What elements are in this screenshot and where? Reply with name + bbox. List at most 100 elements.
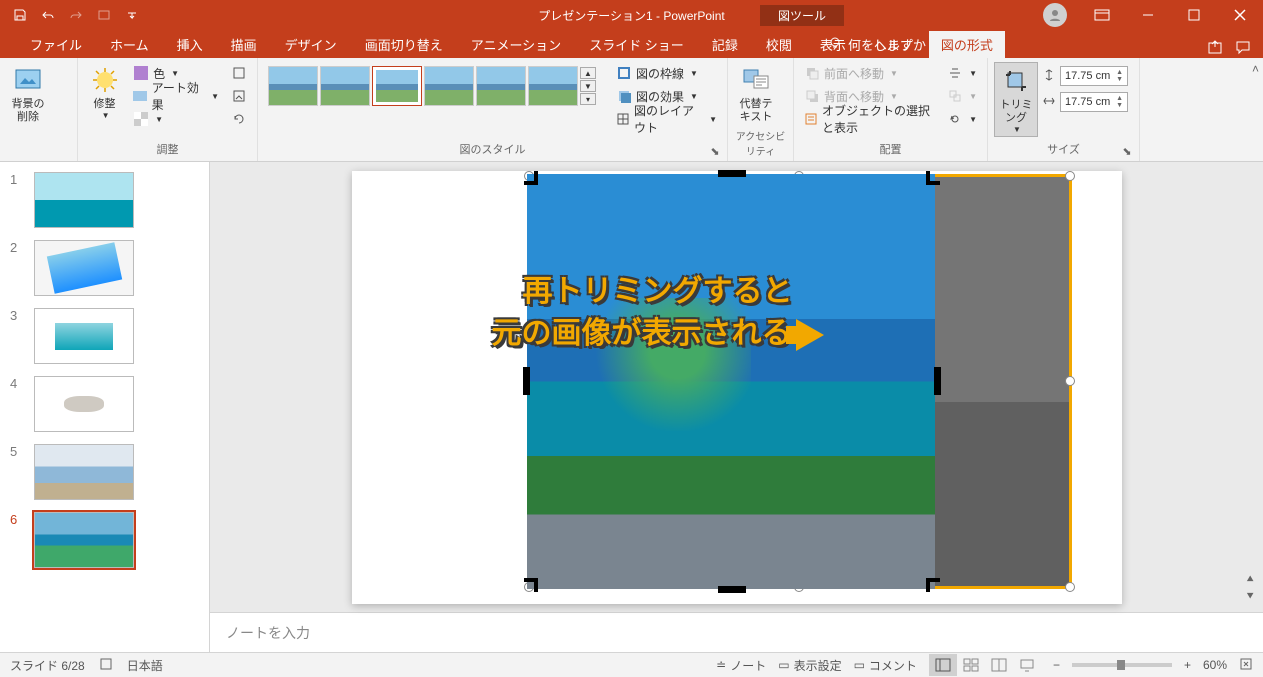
tab-file[interactable]: ファイル: [18, 31, 94, 58]
tab-picture-format[interactable]: 図の形式: [929, 31, 1005, 58]
compress-pictures-button[interactable]: [227, 62, 251, 84]
transparency-button[interactable]: ▼: [129, 108, 223, 130]
spell-check-icon[interactable]: [99, 657, 113, 674]
adjust-small-buttons: 色▼ アート効果▼ ▼: [129, 62, 223, 130]
reading-view-icon[interactable]: [985, 654, 1013, 676]
view-buttons: [929, 654, 1041, 676]
crop-handle[interactable]: [926, 171, 940, 185]
gallery-more-icon[interactable]: ▾: [580, 93, 596, 105]
crop-handle[interactable]: [718, 170, 746, 177]
change-picture-button[interactable]: [227, 85, 251, 107]
dialog-launcher-icon[interactable]: ⬊: [709, 145, 721, 157]
style-item-4[interactable]: [424, 66, 474, 106]
tab-slideshow[interactable]: スライド ショー: [577, 31, 696, 58]
reset-picture-button[interactable]: [227, 108, 251, 130]
selection-handle[interactable]: [1065, 171, 1075, 181]
layout-icon: [616, 111, 630, 127]
slide-thumbnail-2[interactable]: [34, 240, 134, 296]
style-item-5[interactable]: [476, 66, 526, 106]
display-settings-button[interactable]: ▭表示設定: [778, 657, 841, 674]
tab-review[interactable]: 校閲: [754, 31, 804, 58]
crop-handle[interactable]: [524, 578, 538, 592]
align-icon: [947, 65, 963, 81]
slide-thumbnail-3[interactable]: [34, 308, 134, 364]
next-slide-icon[interactable]: ⯆: [1245, 589, 1255, 604]
tab-insert[interactable]: 挿入: [165, 31, 215, 58]
group-button[interactable]: ▼: [943, 85, 981, 107]
slide-thumbnail-5[interactable]: [34, 444, 134, 500]
crop-button[interactable]: トリミング ▼: [994, 62, 1038, 137]
tab-home[interactable]: ホーム: [98, 31, 161, 58]
visible-image[interactable]: [527, 174, 937, 589]
style-item-1[interactable]: [268, 66, 318, 106]
comments-icon[interactable]: [1235, 39, 1251, 58]
slideshow-view-icon[interactable]: [1013, 654, 1041, 676]
dialog-launcher-icon[interactable]: ⬊: [1121, 145, 1133, 157]
tell-me-search[interactable]: 何をしますか: [820, 31, 934, 58]
collapse-ribbon-icon[interactable]: ˄: [1252, 62, 1259, 76]
rotate-button[interactable]: ▼: [943, 108, 981, 130]
artistic-effects-button[interactable]: アート効果▼: [129, 85, 223, 107]
style-item-6[interactable]: [528, 66, 578, 106]
close-button[interactable]: [1217, 0, 1263, 30]
slide-editor[interactable]: 再トリミングすると 元の画像が表示される ⯅ ⯆: [210, 162, 1263, 612]
picture-border-button[interactable]: 図の枠線▼: [612, 62, 721, 84]
normal-view-icon[interactable]: [929, 654, 957, 676]
zoom-in-button[interactable]: +: [1184, 658, 1191, 672]
slide-counter[interactable]: スライド 6/28: [10, 657, 85, 674]
qat-customize-icon[interactable]: [120, 3, 144, 27]
slide-thumbnail-4[interactable]: [34, 376, 134, 432]
user-avatar[interactable]: [1043, 3, 1067, 27]
fit-to-window-icon[interactable]: [1239, 657, 1253, 674]
comments-button[interactable]: ▭コメント: [854, 657, 917, 674]
crop-handle[interactable]: [926, 578, 940, 592]
crop-handle[interactable]: [524, 171, 538, 185]
picture-layout-button[interactable]: 図のレイアウト▼: [612, 108, 721, 130]
crop-handle[interactable]: [718, 586, 746, 593]
selection-pane-button[interactable]: オブジェクトの選択と表示: [800, 108, 939, 130]
style-item-2[interactable]: [320, 66, 370, 106]
minimize-button[interactable]: [1125, 0, 1171, 30]
crop-handle[interactable]: [934, 367, 941, 395]
send-backward-icon: [804, 88, 820, 104]
slide-thumbnails-panel[interactable]: 1 2 3 4 5 6: [0, 162, 210, 652]
tab-draw[interactable]: 描画: [219, 31, 269, 58]
selection-handle[interactable]: [1065, 582, 1075, 592]
selection-handle[interactable]: [1065, 376, 1075, 386]
tab-animations[interactable]: アニメーション: [459, 31, 573, 58]
tab-record[interactable]: 記録: [700, 31, 750, 58]
corrections-button[interactable]: 修整 ▼: [84, 62, 125, 122]
zoom-out-button[interactable]: −: [1053, 658, 1060, 672]
bring-forward-button[interactable]: 前面へ移動▼: [800, 62, 939, 84]
undo-icon[interactable]: [36, 3, 60, 27]
share-icon[interactable]: [1207, 39, 1223, 58]
tab-transitions[interactable]: 画面切り替え: [353, 31, 455, 58]
start-from-beginning-icon[interactable]: [92, 3, 116, 27]
ribbon-display-options-icon[interactable]: [1079, 0, 1125, 30]
crop-handle[interactable]: [523, 367, 530, 395]
style-item-3[interactable]: [372, 66, 422, 106]
slide-thumbnail-1[interactable]: [34, 172, 134, 228]
slide-sorter-view-icon[interactable]: [957, 654, 985, 676]
width-input[interactable]: 17.75 cm▲▼: [1060, 92, 1128, 112]
tab-design[interactable]: デザイン: [273, 31, 349, 58]
group-size: トリミング ▼ 17.75 cm▲▼ 17.75 cm▲▼ サイズ⬊: [988, 58, 1140, 161]
prev-slide-icon[interactable]: ⯅: [1245, 572, 1255, 587]
remove-background-button[interactable]: 背景の 削除: [6, 62, 50, 126]
maximize-button[interactable]: [1171, 0, 1217, 30]
align-button[interactable]: ▼: [943, 62, 981, 84]
zoom-level[interactable]: 60%: [1203, 658, 1227, 672]
slide-thumbnail-6[interactable]: [34, 512, 134, 568]
height-input[interactable]: 17.75 cm▲▼: [1060, 66, 1128, 86]
notes-pane[interactable]: ノートを入力: [210, 612, 1263, 652]
notes-button[interactable]: ≐ノート: [716, 657, 766, 674]
group-label-accessibility: アクセシビリティ: [734, 126, 787, 158]
save-icon[interactable]: [8, 3, 32, 27]
arrange-buttons: 前面へ移動▼ 背面へ移動▼ オブジェクトの選択と表示: [800, 62, 939, 130]
zoom-slider[interactable]: [1072, 663, 1172, 667]
gallery-down-icon[interactable]: ▼: [580, 80, 596, 92]
redo-icon[interactable]: [64, 3, 88, 27]
gallery-up-icon[interactable]: ▲: [580, 67, 596, 79]
alt-text-button[interactable]: 代替テ キスト: [734, 62, 778, 126]
language-indicator[interactable]: 日本語: [127, 657, 163, 674]
